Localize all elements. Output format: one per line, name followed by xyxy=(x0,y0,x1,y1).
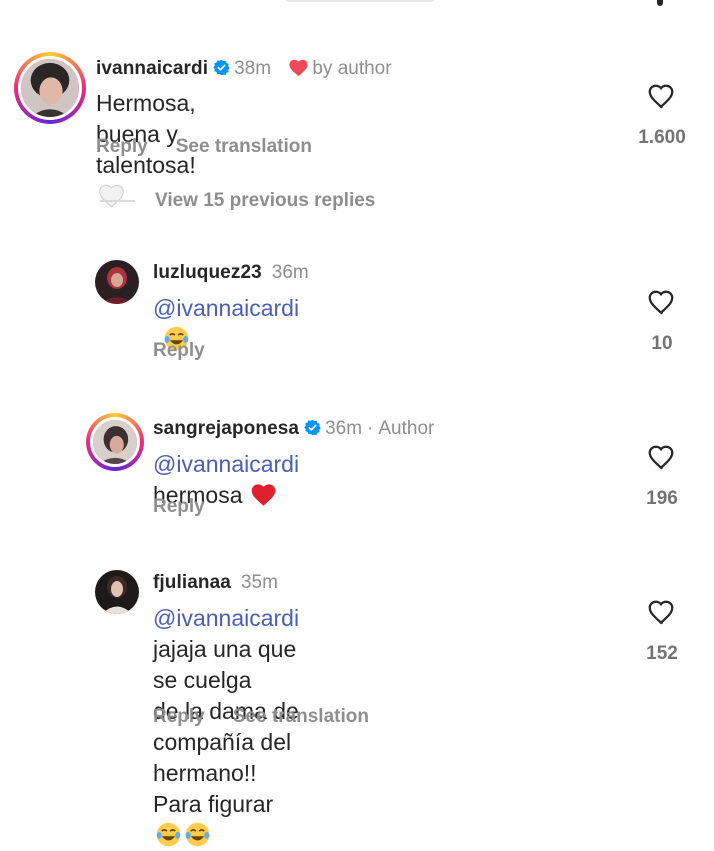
like-count: 152 xyxy=(646,643,678,664)
username[interactable]: luzluquez23 xyxy=(153,262,262,283)
more-options-icon[interactable] xyxy=(657,0,663,6)
liked-by-author-label: by author xyxy=(312,58,392,79)
mention-link[interactable]: @ivannaicardi xyxy=(153,295,299,321)
top-bar xyxy=(0,0,714,10)
reply-button[interactable]: Reply xyxy=(153,496,205,517)
tears-of-joy-emoji-icon xyxy=(156,822,181,847)
avatar[interactable] xyxy=(86,413,144,471)
like-control: 10 xyxy=(632,288,692,355)
avatar[interactable] xyxy=(95,570,139,614)
like-control: 196 xyxy=(632,443,692,510)
reply-button[interactable]: Reply xyxy=(96,136,148,157)
like-control: 1.600 xyxy=(632,82,692,149)
separator-dot: · xyxy=(367,418,374,439)
timestamp: 35m xyxy=(240,572,278,593)
avatar[interactable] xyxy=(14,52,86,124)
comment-meta: luzluquez23 36m xyxy=(153,262,309,284)
username[interactable]: fjulianaa xyxy=(153,572,231,593)
comment-meta: fjulianaa 35m xyxy=(153,572,278,594)
mention-link[interactable]: @ivannaicardi xyxy=(153,605,299,631)
reply-button[interactable]: Reply xyxy=(153,706,205,727)
comment-actions: Reply See translation xyxy=(96,136,340,158)
like-heart-icon[interactable] xyxy=(647,82,677,110)
comment-actions: Reply xyxy=(153,496,233,518)
see-translation-button[interactable]: See translation xyxy=(233,706,369,727)
comment-meta: sangrejaponesa 36m · Author xyxy=(153,418,434,440)
avatar-photo xyxy=(95,570,139,614)
mention-link[interactable]: @ivannaicardi xyxy=(153,451,299,477)
timestamp: 38m xyxy=(234,58,272,79)
like-count: 10 xyxy=(651,333,673,354)
avatar-photo xyxy=(93,420,137,464)
avatar[interactable] xyxy=(95,260,139,304)
like-heart-icon[interactable] xyxy=(647,598,677,626)
header-title-placeholder xyxy=(285,0,435,2)
username[interactable]: ivannaicardi xyxy=(96,58,208,79)
timestamp: 36m xyxy=(271,262,309,283)
see-translation-button[interactable]: See translation xyxy=(176,136,312,157)
avatar-photo xyxy=(21,59,79,117)
like-heart-icon[interactable] xyxy=(647,288,677,316)
divider-line xyxy=(100,200,135,202)
liked-heart-icon xyxy=(289,59,308,77)
reply-button[interactable]: Reply xyxy=(153,340,205,361)
verified-badge-icon xyxy=(304,419,321,436)
verified-badge-icon xyxy=(213,59,230,76)
comment-meta: ivannaicardi 38m by author xyxy=(96,58,392,80)
author-badge: Author xyxy=(378,418,435,439)
comment-body-line3: Para figurar xyxy=(153,791,274,817)
avatar-photo xyxy=(95,260,139,304)
comment-body-line1: jajaja una que se cuelga xyxy=(153,636,297,693)
comment-actions: Reply See translation xyxy=(153,706,397,728)
red-heart-emoji-icon xyxy=(252,484,276,506)
timestamp: 36m xyxy=(325,418,363,439)
view-previous-replies-button[interactable]: View 15 previous replies xyxy=(100,190,375,212)
like-heart-icon[interactable] xyxy=(647,443,677,471)
tears-of-joy-emoji-icon xyxy=(185,822,210,847)
comment-body: Hermosa, buena y talentosa! xyxy=(96,90,196,178)
like-count: 1.600 xyxy=(638,127,686,148)
like-control: 152 xyxy=(632,598,692,665)
view-previous-replies-label: View 15 previous replies xyxy=(155,190,376,211)
username[interactable]: sangrejaponesa xyxy=(153,418,299,439)
comment-actions: Reply xyxy=(153,340,233,362)
like-count: 196 xyxy=(646,488,678,509)
